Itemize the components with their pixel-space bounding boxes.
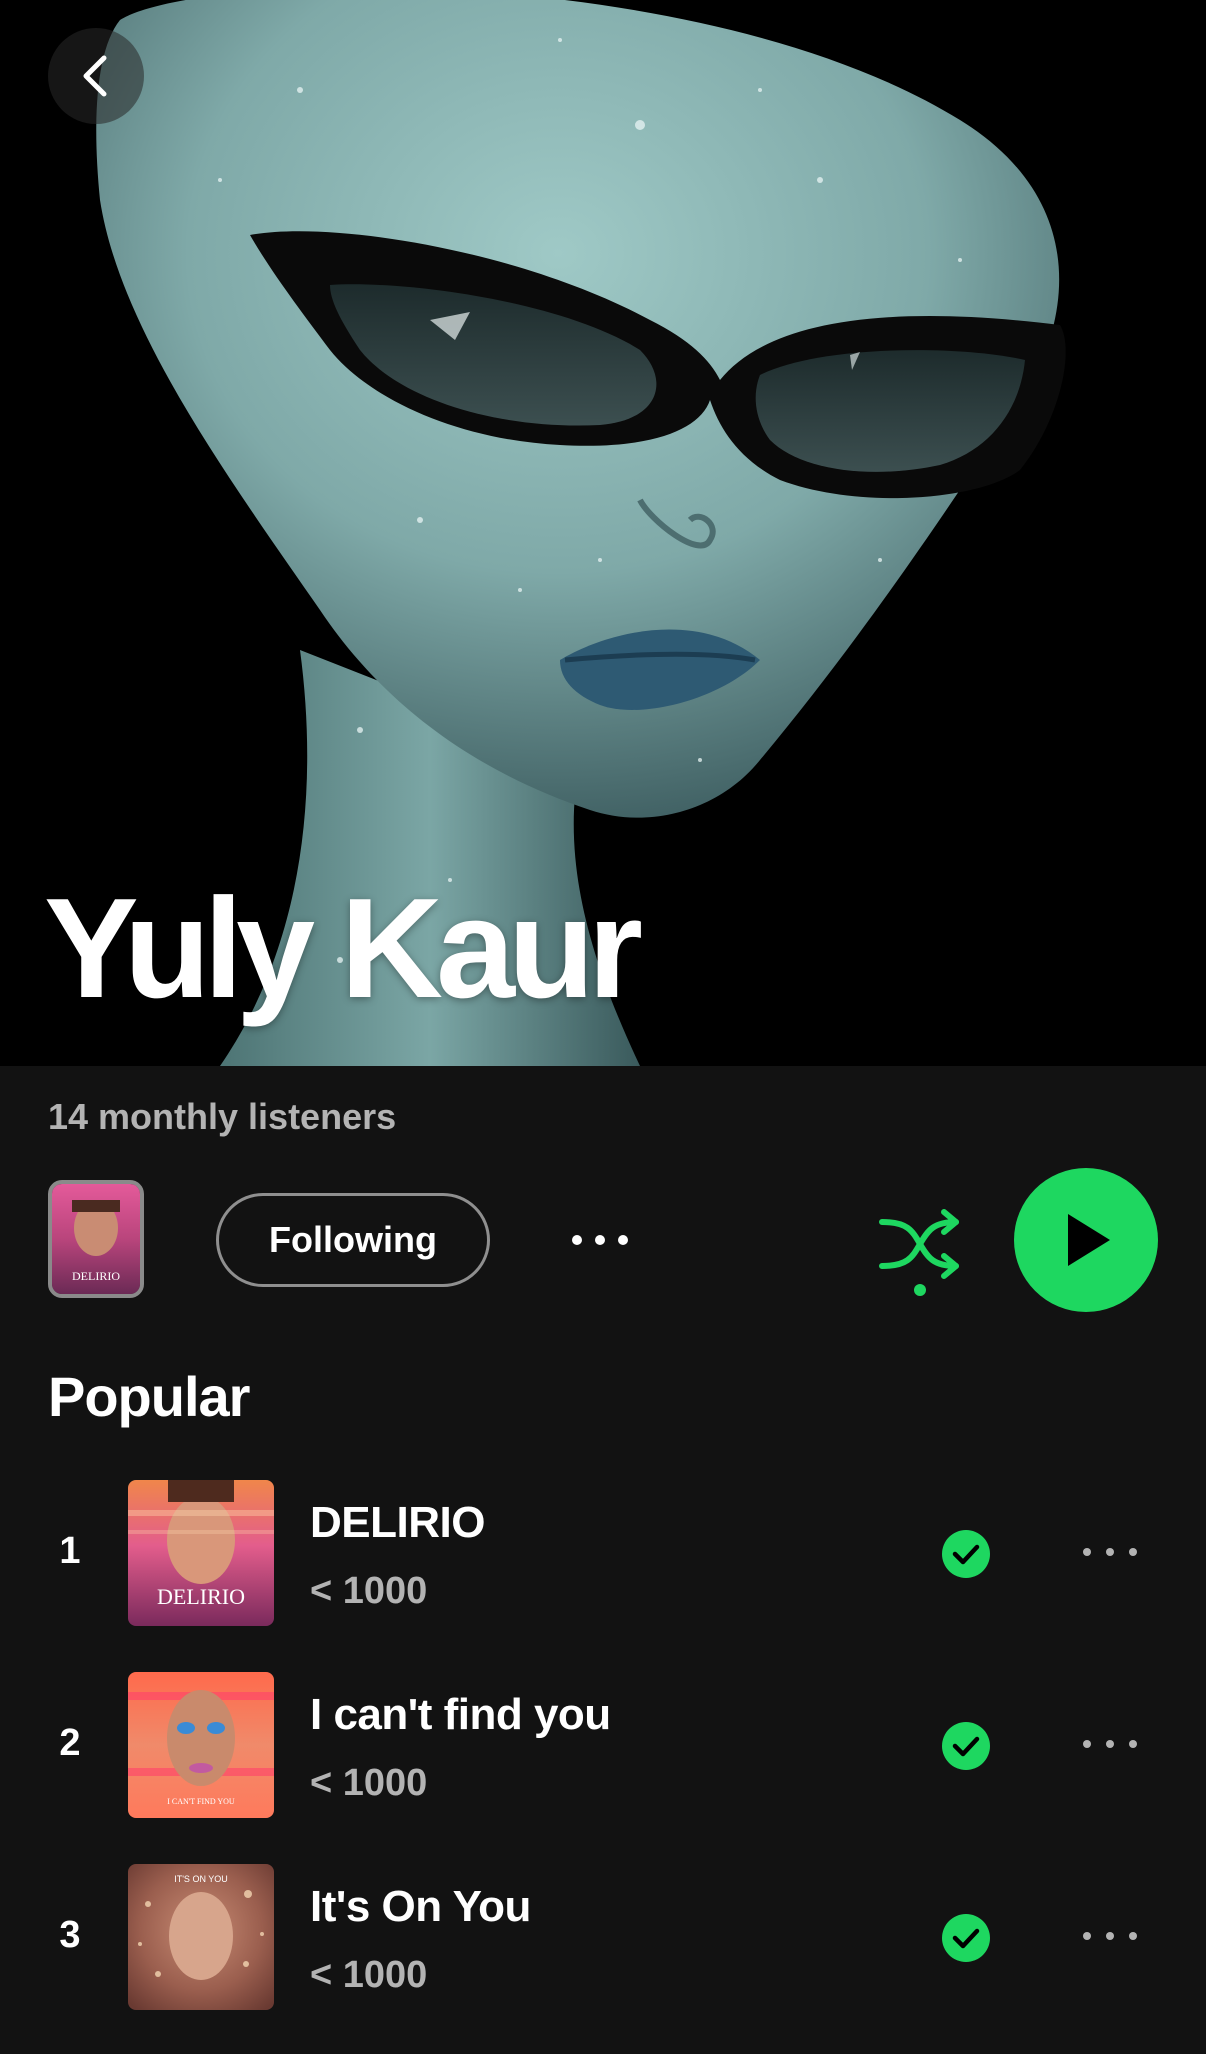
- more-horizontal-icon: [1083, 1548, 1137, 1556]
- shuffle-icon: [879, 1209, 959, 1296]
- track-title: I can't find you: [310, 1690, 611, 1739]
- downloaded-check: [942, 1914, 990, 1962]
- shuffle-button[interactable]: [872, 1200, 968, 1300]
- more-horizontal-icon: [1083, 1740, 1137, 1748]
- track-cover: I CAN'T FIND YOU: [128, 1672, 274, 1818]
- track-more-button[interactable]: [1078, 1724, 1142, 1764]
- check-circle-icon: [952, 1928, 980, 1949]
- play-icon: [1068, 1214, 1110, 1266]
- more-horizontal-icon: [1083, 1932, 1137, 1940]
- track-more-button[interactable]: [1078, 1916, 1142, 1956]
- popular-heading: Popular: [48, 1365, 250, 1428]
- following-button[interactable]: Following: [216, 1193, 490, 1287]
- track-plays: < 1000: [310, 1570, 428, 1612]
- track-row[interactable]: 3 IT'S ON YOU It's On You < 1000: [0, 1864, 1206, 2010]
- artist-more-button[interactable]: [560, 1210, 640, 1270]
- artist-name: Yuly Kaur: [44, 869, 643, 1028]
- back-button[interactable]: [48, 28, 144, 124]
- track-more-button[interactable]: [1078, 1532, 1142, 1572]
- release-thumbnail[interactable]: DELIRIO: [48, 1180, 144, 1298]
- track-rank: 2: [59, 1722, 81, 1764]
- artist-hero: Yuly Kaur: [0, 0, 1206, 1066]
- check-circle-icon: [952, 1544, 980, 1565]
- track-title: DELIRIO: [310, 1498, 485, 1547]
- monthly-listeners: 14 monthly listeners: [48, 1096, 397, 1137]
- track-cover: DELIRIO: [128, 1480, 274, 1626]
- thumbnail-title: DELIRIO: [72, 1269, 120, 1283]
- artist-page: Yuly Kaur 14 monthly listeners DELIRIO F…: [0, 0, 1206, 2054]
- check-circle-icon: [952, 1736, 980, 1757]
- track-cover-text: DELIRIO: [157, 1584, 245, 1609]
- track-plays: < 1000: [310, 1762, 428, 1804]
- more-horizontal-icon: [572, 1235, 628, 1245]
- track-plays: < 1000: [310, 1954, 428, 1996]
- track-cover: IT'S ON YOU: [128, 1864, 274, 2010]
- chevron-left-icon: [83, 55, 107, 97]
- track-rank: 1: [59, 1530, 81, 1572]
- downloaded-check: [942, 1530, 990, 1578]
- track-row[interactable]: 1 DELIRIO DELIRIO < 1000: [0, 1480, 1206, 1626]
- downloaded-check: [942, 1722, 990, 1770]
- track-cover-text: I CAN'T FIND YOU: [167, 1797, 235, 1806]
- track-title: It's On You: [310, 1882, 531, 1931]
- release-thumbnail-art: DELIRIO: [52, 1184, 140, 1294]
- track-rank: 3: [59, 1914, 81, 1956]
- play-button[interactable]: [1014, 1168, 1158, 1312]
- track-cover-text: IT'S ON YOU: [174, 1874, 228, 1884]
- track-row[interactable]: 2 I CAN'T FIND YOU I can't find you < 10…: [0, 1672, 1206, 1818]
